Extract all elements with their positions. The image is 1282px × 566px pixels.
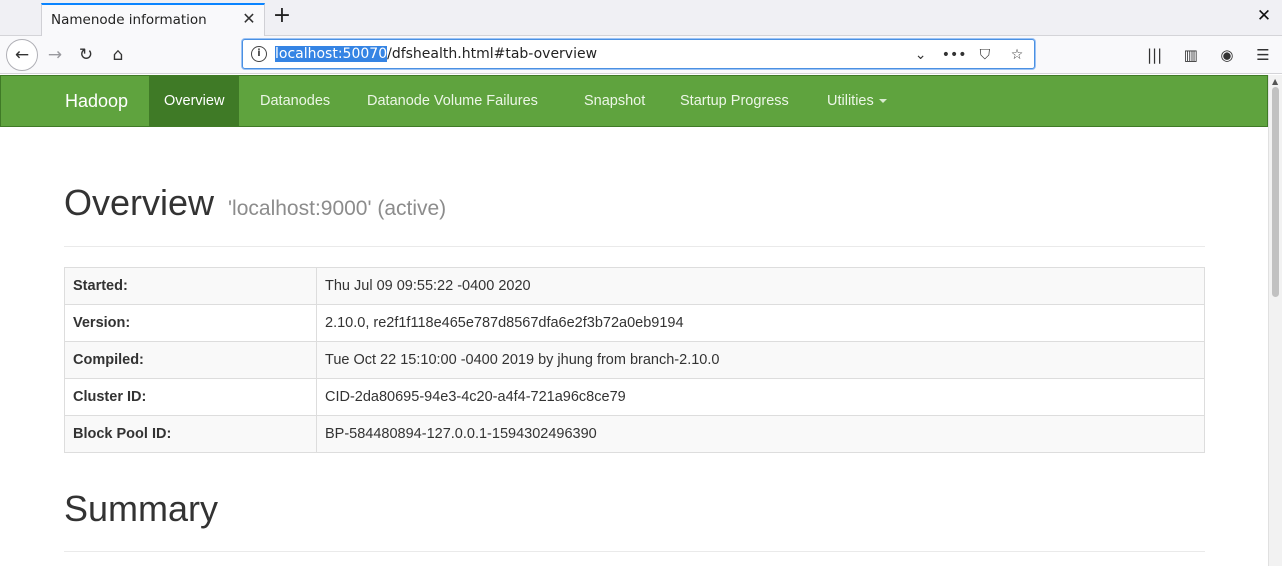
url-text[interactable]: localhost:50070/dfshealth.html#tab-overv… [275, 46, 597, 62]
row-label: Started: [64, 267, 317, 305]
table-row: Block Pool ID: BP-584480894-127.0.0.1-15… [64, 415, 1205, 453]
url-bar-actions: ⌄ ••• ⛉ ☆ [904, 44, 1028, 66]
row-label: Version: [64, 304, 317, 342]
browser-tab[interactable]: Namenode information ✕ [41, 3, 265, 37]
table-row: Cluster ID: CID-2da80695-94e3-4c20-a4f4-… [64, 378, 1205, 416]
site-info-icon[interactable]: i [251, 46, 267, 62]
row-value: 2.10.0, re2f1f118e465e787d8567dfa6e2f3b7… [316, 304, 1205, 342]
hadoop-navbar: Hadoop Overview Datanodes Datanode Volum… [0, 75, 1268, 127]
url-bar[interactable]: i localhost:50070/dfshealth.html#tab-ove… [242, 39, 1035, 69]
row-value: BP-584480894-127.0.0.1-1594302496390 [316, 415, 1205, 453]
overview-header: Overview 'localhost:9000' (active) [64, 182, 1205, 247]
nav-item-datanodes[interactable]: Datanodes [245, 76, 345, 127]
bookmark-star-icon[interactable]: ☆ [1006, 44, 1028, 66]
new-tab-button[interactable]: + [271, 5, 293, 27]
toolbar-right: ||| ▥ ◉ ☰ [1142, 42, 1282, 68]
table-row: Started: Thu Jul 09 09:55:22 -0400 2020 [64, 267, 1205, 305]
library-icon[interactable]: ||| [1142, 42, 1168, 68]
page-scrollbar[interactable]: ▲ [1268, 75, 1282, 566]
tab-title: Namenode information [51, 12, 207, 28]
table-row: Version: 2.10.0, re2f1f118e465e787d8567d… [64, 304, 1205, 342]
caret-down-icon [878, 99, 887, 104]
nav-item-snapshot[interactable]: Snapshot [569, 76, 660, 127]
tab-close-icon[interactable]: ✕ [239, 9, 259, 29]
url-path: /dfshealth.html#tab-overview [387, 46, 598, 62]
page-viewport: Hadoop Overview Datanodes Datanode Volum… [0, 75, 1268, 566]
summary-heading: Summary [64, 488, 219, 529]
back-icon[interactable]: ← [6, 39, 38, 71]
tab-bar: Namenode information ✕ + ✕ [0, 0, 1282, 37]
row-value: CID-2da80695-94e3-4c20-a4f4-721a96c8ce79 [316, 378, 1205, 416]
nav-item-startup-progress[interactable]: Startup Progress [665, 76, 804, 127]
nav-item-utilities[interactable]: Utilities [812, 76, 902, 127]
overview-table: Started: Thu Jul 09 09:55:22 -0400 2020 … [64, 267, 1205, 453]
table-row: Compiled: Tue Oct 22 15:10:00 -0400 2019… [64, 341, 1205, 379]
forward-icon[interactable]: → [41, 41, 69, 69]
menu-icon[interactable]: ☰ [1250, 42, 1276, 68]
summary-divider [64, 551, 1205, 552]
account-icon[interactable]: ◉ [1214, 42, 1240, 68]
sidebar-icon[interactable]: ▥ [1178, 42, 1204, 68]
overview-title: Overview [64, 182, 215, 223]
reload-icon[interactable]: ↻ [72, 41, 100, 69]
url-host: localhost:50070 [275, 46, 388, 62]
nav-item-overview[interactable]: Overview [149, 76, 240, 127]
nav-item-datanode-volume-failures[interactable]: Datanode Volume Failures [352, 76, 553, 127]
brand-link[interactable]: Hadoop [65, 91, 128, 112]
row-value: Tue Oct 22 15:10:00 -0400 2019 by jhung … [316, 341, 1205, 379]
overview-subtitle: 'localhost:9000' (active) [228, 197, 447, 220]
url-dropdown-icon[interactable]: ⌄ [910, 44, 932, 66]
row-label: Compiled: [64, 341, 317, 379]
scrollbar-thumb[interactable] [1272, 87, 1279, 297]
pocket-icon[interactable]: ⛉ [974, 44, 996, 66]
scroll-up-icon[interactable]: ▲ [1272, 77, 1278, 86]
browser-toolbar: ← → ↻ ⌂ i localhost:50070/dfshealth.html… [0, 36, 1282, 74]
page-title: Overview 'localhost:9000' (active) [64, 182, 446, 224]
window-close-button[interactable]: ✕ [1254, 6, 1274, 26]
row-label: Cluster ID: [64, 378, 317, 416]
row-value: Thu Jul 09 09:55:22 -0400 2020 [316, 267, 1205, 305]
page-actions-icon[interactable]: ••• [942, 44, 967, 66]
utilities-label: Utilities [827, 93, 874, 109]
row-label: Block Pool ID: [64, 415, 317, 453]
home-icon[interactable]: ⌂ [104, 41, 132, 69]
